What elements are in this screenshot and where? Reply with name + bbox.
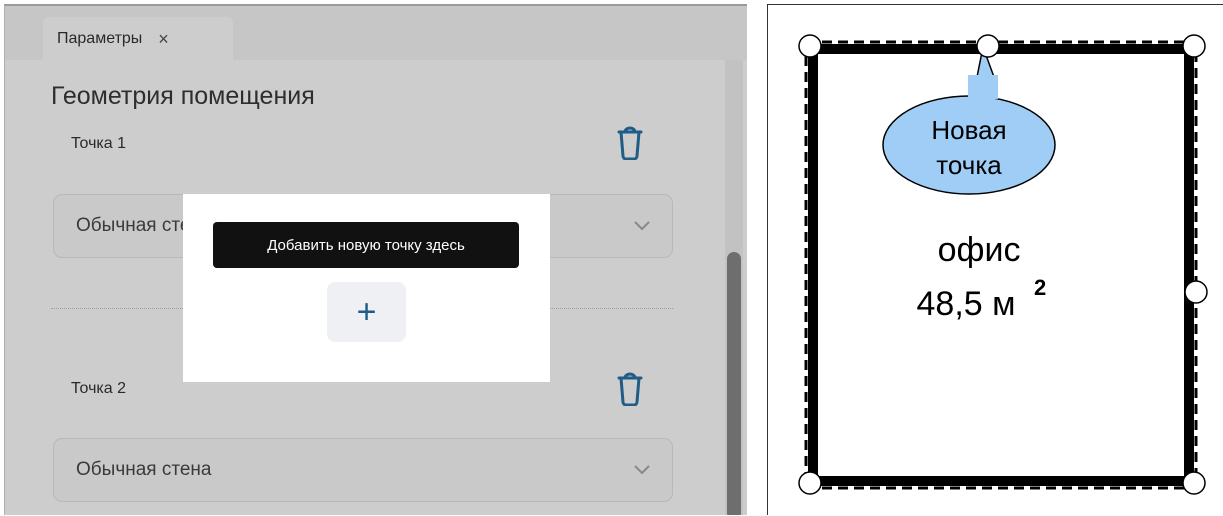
floor-plan-canvas: Новая точка офис 48,5 м 2 — [798, 34, 1208, 495]
vertex-handle[interactable] — [1184, 280, 1208, 304]
floor-plan-view: Новая точка офис 48,5 м 2 — [767, 4, 1223, 515]
room-name: офис — [938, 231, 1021, 269]
point-1-label: Точка 1 — [71, 135, 126, 152]
vertex-handle[interactable] — [976, 34, 1000, 58]
parameters-panel: Параметры × Геометрия помещения Точка 1 … — [4, 4, 747, 515]
chevron-down-icon — [634, 221, 650, 231]
vertex-handle[interactable] — [1182, 34, 1206, 58]
add-point-button[interactable]: + — [327, 282, 406, 342]
trash-icon[interactable] — [616, 372, 644, 406]
vertex-handle[interactable] — [1182, 471, 1206, 495]
tab-parameters[interactable]: Параметры × — [43, 17, 233, 60]
tab-label: Параметры — [57, 29, 143, 47]
close-icon[interactable]: × — [158, 30, 169, 48]
room-area: 48,5 м — [917, 285, 1016, 323]
trash-icon[interactable] — [616, 126, 644, 160]
scrollbar-thumb[interactable] — [727, 252, 741, 515]
vertex-handle[interactable] — [798, 471, 822, 495]
vertex-handle[interactable] — [798, 34, 822, 58]
callout-join — [968, 75, 998, 99]
point-2-label: Точка 2 — [71, 380, 126, 397]
section-title: Геометрия помещения — [51, 82, 315, 110]
add-point-tooltip: Добавить новую точку здесь — [213, 222, 519, 268]
wall-type-select-2[interactable]: Обычная стена — [53, 438, 673, 502]
callout-line-1: Новая — [931, 115, 1006, 145]
room-area-exponent: 2 — [1034, 275, 1046, 300]
tab-strip: Параметры × — [5, 6, 747, 60]
chevron-down-icon — [634, 465, 650, 475]
callout-line-2: точка — [936, 150, 1002, 180]
wall-type-value-2: Обычная стена — [76, 459, 212, 480]
